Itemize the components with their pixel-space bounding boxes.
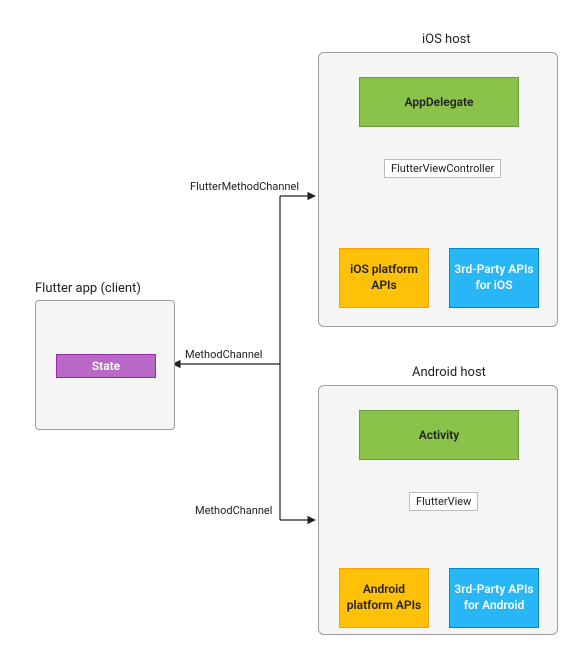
edge-label-methodchannel-client: MethodChannel bbox=[185, 348, 262, 361]
ios-title: iOS host bbox=[422, 32, 471, 47]
ios-host-container: AppDelegate FlutterViewController iOS pl… bbox=[318, 52, 558, 327]
android-host-container: Activity FlutterView Android platform AP… bbox=[318, 385, 558, 635]
ios-platform-apis-node: iOS platform APIs bbox=[339, 248, 429, 308]
client-container: State bbox=[35, 300, 175, 430]
client-title: Flutter app (client) bbox=[35, 281, 141, 296]
android-title: Android host bbox=[412, 365, 486, 380]
flutterviewcontroller-label: FlutterViewController bbox=[384, 159, 501, 178]
edge-label-fluttermethodchannel: FlutterMethodChannel bbox=[190, 180, 299, 193]
flutterview-label: FlutterView bbox=[409, 492, 478, 511]
android-platform-apis-node: Android platform APIs bbox=[339, 568, 429, 628]
state-node: State bbox=[56, 354, 156, 378]
android-third-party-node: 3rd-Party APIs for Android bbox=[449, 568, 539, 628]
ios-third-party-node: 3rd-Party APIs for iOS bbox=[449, 248, 539, 308]
activity-node: Activity bbox=[359, 410, 519, 460]
appdelegate-node: AppDelegate bbox=[359, 77, 519, 127]
edge-label-methodchannel-android: MethodChannel bbox=[195, 504, 272, 517]
